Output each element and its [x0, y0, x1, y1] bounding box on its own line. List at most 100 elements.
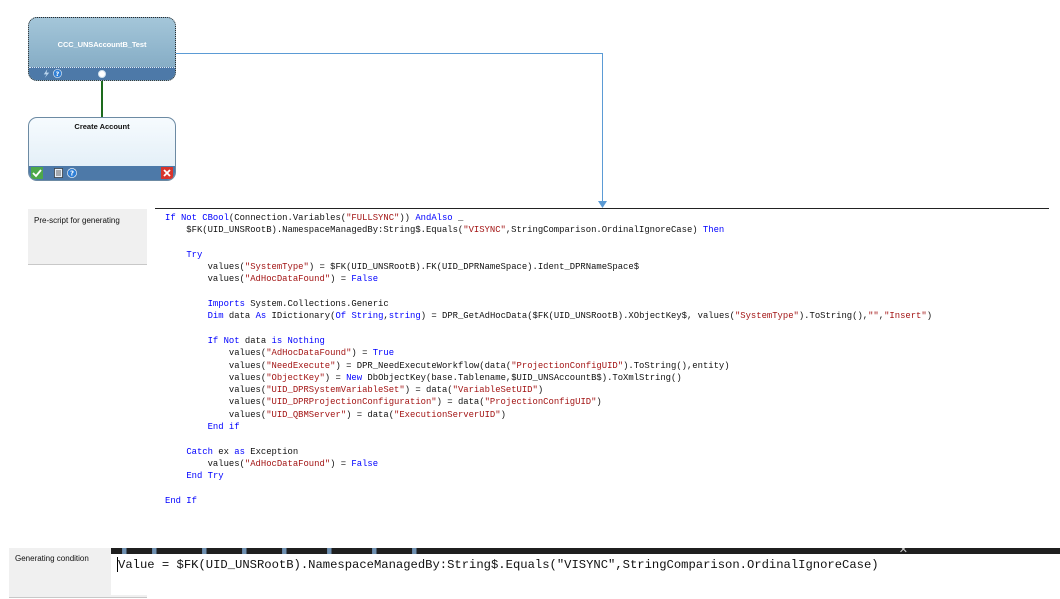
code-token: If Not CBool	[165, 213, 229, 223]
node-footer: ?	[29, 166, 175, 180]
code-token: "ExecutionServerUID"	[394, 409, 501, 420]
help-icon[interactable]: ?	[53, 69, 62, 78]
code-token: values(	[165, 262, 245, 273]
code-line: End Try	[165, 470, 932, 482]
code-token: Dim	[207, 311, 224, 322]
condition-code[interactable]: Value = $FK(UID_UNSRootB).NamespaceManag…	[118, 558, 879, 572]
code-token: ) = data(	[404, 385, 453, 396]
node-title: Create Account	[74, 122, 130, 131]
code-token: IDictionary(	[266, 311, 336, 322]
code-token: values(	[165, 360, 267, 371]
code-token: values(	[165, 274, 245, 285]
code-token: ))	[399, 213, 416, 223]
code-token: ) = DPR_GetAdHocData($FK(UID_UNSRootB).X…	[420, 311, 735, 322]
code-token: "Insert"	[884, 311, 927, 322]
code-token: is Nothing	[271, 335, 325, 346]
close-icon[interactable]	[161, 167, 173, 179]
code-token: AndAlso	[415, 213, 453, 223]
code-line: Dim data As IDictionary(Of String,string…	[165, 310, 932, 322]
code-token: Of String	[335, 311, 384, 322]
lightning-icon[interactable]	[42, 69, 51, 78]
code-line: If Not CBool(Connection.Variables("FULLS…	[165, 212, 932, 224]
code-token: values(	[165, 348, 267, 359]
code-token: "UID_DPRProjectionConfiguration"	[266, 397, 437, 408]
code-line: Try	[165, 249, 932, 261]
code-token: values(	[165, 385, 267, 396]
code-token: As	[255, 311, 267, 322]
code-line: values("UID_QBMServer") = data("Executio…	[165, 409, 932, 421]
code-line: $FK(UID_UNSRootB).NamespaceManagedBy:Str…	[165, 224, 932, 236]
code-token: ex	[212, 446, 235, 457]
code-token: Catch	[186, 446, 213, 457]
code-token: End Try	[186, 471, 224, 482]
connector-horizontal	[176, 53, 603, 54]
code-line: values("UID_DPRProjectionConfiguration")…	[165, 396, 932, 408]
code-token: "AdHocDataFound"	[244, 274, 331, 285]
code-token: ).ToString(),entity)	[623, 360, 730, 371]
code-token: If Not	[207, 335, 240, 346]
code-token: Imports	[207, 299, 245, 310]
code-token: ) =	[330, 458, 352, 469]
code-token: data	[239, 335, 272, 346]
code-token: True	[372, 348, 395, 359]
code-token: "UID_QBMServer"	[266, 409, 347, 420]
code-line: values("ObjectKey") = New DbObjectKey(ba…	[165, 372, 932, 384]
connector-vertical	[602, 53, 603, 203]
code-line: values("AdHocDataFound") = False	[165, 273, 932, 285]
code-token: System.Collections.Generic	[244, 299, 389, 310]
code-token: "VariableSetUID"	[452, 385, 538, 396]
workflow-node-ccc-unsaccountb-test[interactable]: CCC_UNSAccountB_Test ?	[28, 17, 176, 81]
code-token: Exception	[244, 446, 299, 457]
arrowhead-icon	[598, 201, 607, 208]
workflow-node-create-account[interactable]: Create Account ?	[28, 117, 176, 181]
code-token: values(	[165, 409, 267, 420]
code-token: End if	[207, 422, 240, 433]
code-token: "SystemType"	[734, 311, 799, 322]
node-footer: ?	[29, 67, 175, 80]
code-token: ) = data(	[346, 409, 395, 420]
code-token: "ProjectionConfigUID"	[484, 397, 597, 408]
code-token: False	[351, 274, 379, 285]
code-token: Try	[186, 249, 203, 260]
code-token: values(	[165, 458, 245, 469]
checkmark-icon[interactable]	[31, 167, 43, 179]
code-token: DbObjectKey(base.Tablename,$UID_UNSAccou…	[362, 372, 682, 383]
code-token: "AdHocDataFound"	[266, 348, 352, 359]
prescript-code-editor[interactable]: If Not CBool(Connection.Variables("FULLS…	[165, 212, 932, 507]
code-token: )	[500, 409, 506, 420]
svg-text:?: ?	[56, 71, 60, 78]
code-token: )	[537, 385, 544, 396]
code-token: values(	[165, 397, 267, 408]
code-token: "FULLSYNC"	[346, 213, 400, 223]
code-token: "ProjectionConfigUID"	[511, 360, 624, 371]
prescript-label: Pre-script for generating	[28, 209, 147, 265]
help-icon[interactable]: ?	[67, 168, 77, 178]
svg-text:?: ?	[70, 170, 74, 178]
output-port[interactable]	[98, 70, 106, 78]
code-line: Catch ex as Exception	[165, 446, 932, 458]
code-token: "NeedExecute"	[266, 360, 336, 371]
code-token: ).ToString(),	[798, 311, 869, 322]
code-token: ) = $FK(UID_UNSRootB).FK(UID_DPRNameSpac…	[308, 262, 640, 273]
code-token: ,StringComparison.OrdinalIgnoreCase)	[505, 225, 703, 236]
code-token: New	[346, 372, 363, 383]
code-token: $FK(UID_UNSRootB).NamespaceManagedBy:Str…	[165, 225, 464, 236]
code-line: values("AdHocDataFound") = False	[165, 458, 932, 470]
code-token: ) =	[330, 274, 352, 285]
code-token: ) =	[324, 372, 347, 383]
code-line: values("UID_DPRSystemVariableSet") = dat…	[165, 384, 932, 396]
code-token: ""	[868, 311, 879, 322]
code-token: "AdHocDataFound"	[244, 458, 331, 469]
connector-green	[101, 81, 103, 117]
document-icon[interactable]	[54, 168, 63, 178]
code-token: ) = DPR_NeedExecuteWorkflow(data(	[335, 360, 512, 371]
